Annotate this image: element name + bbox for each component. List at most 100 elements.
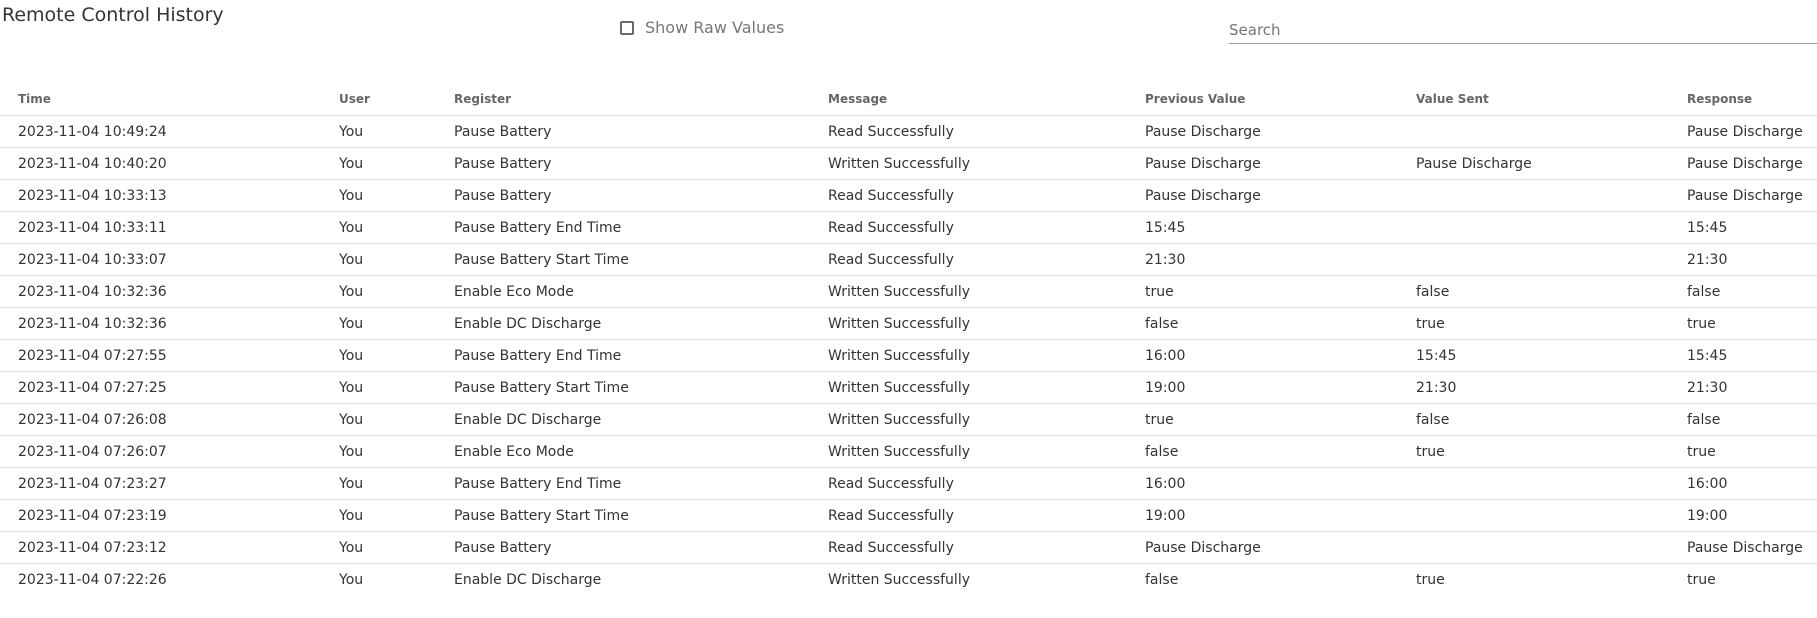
col-message-cell: Read Successfully — [828, 467, 1145, 500]
col-user-cell: You — [339, 403, 454, 436]
col-message-cell: Written Successfully — [828, 435, 1145, 468]
col-response-cell: false — [1687, 275, 1817, 308]
col-register-cell: Pause Battery End Time — [454, 339, 828, 372]
col-value-sent-cell: false — [1416, 275, 1687, 308]
col-time-cell: 2023-11-04 10:32:36 — [0, 275, 339, 308]
col-value-sent-cell — [1416, 115, 1687, 148]
table-row[interactable]: 2023-11-04 07:23:19 You Pause Battery Star… — [0, 499, 1817, 532]
col-time-cell: 2023-11-04 07:23:19 — [0, 499, 339, 532]
col-user-cell: You — [339, 115, 454, 148]
col-user-cell: You — [339, 467, 454, 500]
col-message-cell: Read Successfully — [828, 499, 1145, 532]
col-value-sent-cell — [1416, 179, 1687, 212]
col-register-cell: Enable DC Discharge — [454, 571, 602, 588]
col-time-cell: 2023-11-04 07:23:12 — [0, 531, 339, 564]
col-previous-value-header[interactable]: Previous Value — [1145, 83, 1416, 116]
col-value-sent-cell — [1416, 243, 1687, 276]
col-previous-value-cell: Pause Discharge — [1145, 179, 1416, 212]
col-response-cell: 21:30 — [1687, 243, 1817, 276]
table-row[interactable]: 2023-11-04 07:27:25 You Pause Battery Star… — [0, 371, 1817, 404]
table-row[interactable]: 2023-11-04 07:26:08 You Enable DC Discharg… — [0, 403, 1817, 436]
col-response-cell: Pause Discharge — [1687, 179, 1817, 212]
table-row[interactable]: 2023-11-04 10:49:24 You Pause Battery Read … — [0, 115, 1817, 148]
col-register-cell: Pause Battery — [454, 147, 828, 180]
col-response-header[interactable]: Response — [1687, 83, 1817, 116]
col-message-header[interactable]: Message — [828, 83, 1145, 116]
col-user-cell: You — [339, 571, 364, 588]
col-register-cell: Pause Battery Start Time — [454, 243, 828, 276]
col-user-cell: You — [339, 147, 454, 180]
col-previous-value-cell: false — [1145, 571, 1179, 588]
history-table: Time User Register Message Previous Value Val… — [0, 83, 1817, 595]
col-value-sent-cell — [1416, 211, 1687, 244]
col-previous-value-cell: false — [1145, 307, 1416, 340]
col-previous-value-cell: Pause Discharge — [1145, 147, 1416, 180]
col-value-sent-cell: 15:45 — [1416, 339, 1687, 372]
col-user-cell: You — [339, 179, 454, 212]
col-time-cell: 2023-11-04 10:40:20 — [0, 147, 339, 180]
col-message-cell: Written Successfully — [828, 339, 1145, 372]
col-time-cell: 2023-11-04 10:33:13 — [0, 179, 339, 212]
col-register-cell: Enable DC Discharge — [454, 403, 828, 436]
search-input[interactable] — [1229, 16, 1817, 44]
table-row[interactable]: 2023-11-04 07:23:27 You Pause Battery End … — [0, 467, 1817, 500]
show-raw-values-checkbox[interactable] — [620, 20, 634, 35]
table-row[interactable]: 2023-11-04 10:32:36 You Enable DC Discharg… — [0, 307, 1817, 340]
col-user-cell: You — [339, 307, 454, 340]
table-row[interactable]: 2023-11-04 10:32:36 You Enable Eco Mode Wri… — [0, 275, 1817, 308]
table-body: 2023-11-04 10:49:24 You Pause Battery Read … — [0, 115, 1817, 596]
col-previous-value-cell: true — [1145, 403, 1416, 436]
history-table-container: Time User Register Message Previous Value Val… — [0, 83, 1817, 595]
table-row[interactable]: 2023-11-04 10:33:11 You Pause Battery End … — [0, 211, 1817, 244]
col-register-header[interactable]: Register — [454, 83, 828, 116]
col-time-cell: 2023-11-04 07:27:25 — [0, 371, 339, 404]
col-time-cell: 2023-11-04 07:27:55 — [0, 339, 339, 372]
col-response-cell: 21:30 — [1687, 371, 1817, 404]
col-register-cell: Enable Eco Mode — [454, 275, 828, 308]
table-row[interactable]: 2023-11-04 10:33:13 You Pause Battery Read … — [0, 179, 1817, 212]
table-row[interactable]: 2023-11-04 10:40:20 You Pause Battery Writt… — [0, 147, 1817, 180]
col-time-header[interactable]: Time — [0, 83, 339, 116]
col-message-cell: Written Successfully — [828, 571, 970, 588]
col-user-cell: You — [339, 531, 454, 564]
col-value-sent-header[interactable]: Value Sent — [1416, 83, 1687, 116]
show-raw-values-toggle[interactable]: Show Raw Values — [620, 18, 784, 37]
col-user-cell: You — [339, 339, 454, 372]
col-previous-value-cell: 19:00 — [1145, 371, 1416, 404]
col-response-cell: 15:45 — [1687, 339, 1817, 372]
col-message-cell: Read Successfully — [828, 531, 1145, 564]
col-message-cell: Written Successfully — [828, 403, 1145, 436]
col-response-cell: true — [1687, 307, 1817, 340]
col-value-sent-cell: 21:30 — [1416, 371, 1687, 404]
col-value-sent-cell — [1416, 531, 1687, 564]
table-row[interactable]: 2023-11-04 07:23:12 You Pause Battery Read … — [0, 531, 1817, 564]
col-user-header[interactable]: User — [339, 83, 454, 116]
col-response-cell: Pause Discharge — [1687, 115, 1817, 148]
col-user-cell: You — [339, 275, 454, 308]
col-previous-value-cell: 16:00 — [1145, 339, 1416, 372]
page-title: Remote Control History — [2, 4, 224, 26]
col-register-cell: Pause Battery End Time — [454, 467, 828, 500]
col-response-cell: false — [1687, 403, 1817, 436]
col-previous-value-cell: 15:45 — [1145, 211, 1416, 244]
col-previous-value-cell: 21:30 — [1145, 243, 1416, 276]
col-message-cell: Written Successfully — [828, 275, 1145, 308]
col-time-cell: 2023-11-04 07:22:26 — [18, 571, 167, 588]
col-time-cell: 2023-11-04 10:32:36 — [0, 307, 339, 340]
col-previous-value-cell: 16:00 — [1145, 467, 1416, 500]
col-message-cell: Read Successfully — [828, 179, 1145, 212]
col-user-cell: You — [339, 243, 454, 276]
table-row[interactable]: 2023-11-04 07:26:07 You Enable Eco Mode Wri… — [0, 435, 1817, 468]
table-row[interactable]: 2023-11-04 07:22:26 You Enable DC Discharg… — [0, 564, 1817, 596]
col-register-cell: Enable DC Discharge — [454, 307, 828, 340]
col-time-cell: 2023-11-04 07:23:27 — [0, 467, 339, 500]
col-user-cell: You — [339, 211, 454, 244]
search-container — [1229, 16, 1817, 46]
col-register-cell: Pause Battery End Time — [454, 211, 828, 244]
col-time-cell: 2023-11-04 10:33:07 — [0, 243, 339, 276]
col-previous-value-cell: 19:00 — [1145, 499, 1416, 532]
col-previous-value-cell: Pause Discharge — [1145, 531, 1416, 564]
table-row[interactable]: 2023-11-04 07:27:55 You Pause Battery End … — [0, 339, 1817, 372]
table-row[interactable]: 2023-11-04 10:33:07 You Pause Battery Star… — [0, 243, 1817, 276]
col-response-cell: true — [1687, 435, 1817, 468]
